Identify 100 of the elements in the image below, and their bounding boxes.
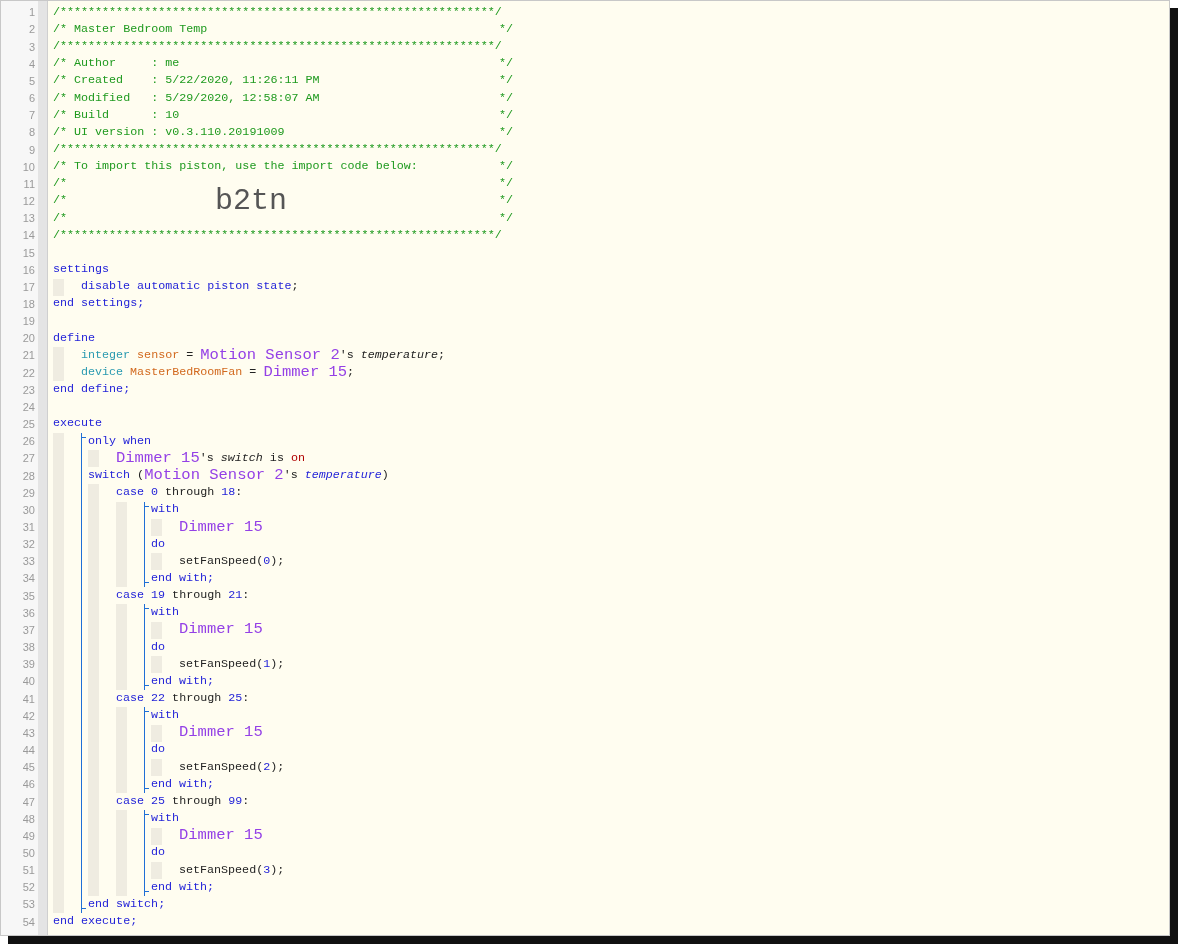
line-number: 43 — [22, 725, 35, 741]
code-line: setFanSpeed(3); — [179, 864, 285, 877]
code-line: /**************************************************************/ — [53, 41, 502, 53]
line-number: 9 — [28, 142, 35, 158]
code-line: /* Modified : 5/29/2020, 12:58:07 AM */ — [53, 92, 513, 105]
line-number: 19 — [22, 314, 35, 330]
code-line: do — [151, 847, 166, 860]
code-line: Dimmer 15 — [179, 622, 263, 638]
line-number: 15 — [22, 245, 35, 261]
line-number: 23 — [22, 382, 35, 398]
line-number: 16 — [22, 262, 35, 278]
code-line: Dimmer 15 — [179, 519, 263, 535]
line-number: 48 — [22, 811, 35, 827]
code-line: execute — [53, 418, 103, 431]
code-line: case 0 through 18: — [116, 487, 243, 499]
line-number: 14 — [22, 228, 35, 244]
code-line: end execute; — [53, 916, 138, 928]
code-line: /**************************************************************/ — [53, 6, 502, 19]
code-line: do — [151, 641, 166, 654]
line-number: 31 — [22, 520, 35, 535]
code-line: /* UI version : v0.3.110.20191009 */ — [53, 126, 513, 139]
line-number: 22 — [22, 365, 35, 381]
line-number: 27 — [22, 451, 35, 467]
line-number: 26 — [22, 434, 35, 450]
line-number: 25 — [22, 417, 35, 433]
line-number: 40 — [22, 674, 35, 690]
code-line: setFanSpeed(2); — [179, 761, 285, 774]
line-number: 5 — [28, 73, 35, 89]
line-number: 11 — [23, 176, 35, 192]
code-line: end with; — [151, 572, 215, 585]
line-number: 17 — [22, 279, 35, 295]
line-number: 29 — [22, 485, 35, 501]
line-number: 38 — [22, 640, 35, 656]
code-line: do — [151, 538, 166, 551]
code-line: case 19 through 21: — [116, 590, 250, 602]
line-number: 6 — [28, 91, 35, 107]
line-number: 28 — [22, 468, 35, 484]
code-line: Dimmer 15's switch is on — [116, 450, 305, 467]
code-line: /* Author : me */ — [53, 58, 513, 70]
code-line: define — [53, 332, 96, 345]
code-line: end settings; — [53, 298, 145, 311]
line-number: 32 — [22, 537, 35, 553]
line-number: 41 — [22, 691, 35, 707]
code-line: end define; — [53, 384, 131, 396]
line-number: 35 — [22, 588, 35, 604]
line-number: 53 — [22, 897, 35, 913]
code-line: disable automatic piston state; — [81, 281, 299, 293]
code-line: setFanSpeed(1); — [179, 658, 285, 671]
line-number: 12 — [22, 194, 35, 210]
code-line: /**************************************************************/ — [53, 143, 502, 156]
code-line: /* Master Bedroom Temp */ — [53, 23, 513, 36]
code-line: switch (Motion Sensor 2's temperature) — [88, 468, 389, 484]
line-number: 2 — [28, 22, 35, 38]
code-line: end with; — [151, 881, 215, 894]
line-number: 42 — [22, 708, 35, 724]
line-number: 7 — [28, 108, 35, 124]
code-line: device MasterBedRoomFan = Dimmer 15; — [81, 365, 355, 381]
code-line: setFanSpeed(0); — [179, 555, 285, 568]
code-line: with — [151, 710, 180, 722]
code-line: do — [151, 744, 166, 757]
line-number: 52 — [22, 880, 35, 896]
code-line: Dimmer 15 — [179, 828, 263, 844]
line-number: 46 — [22, 777, 35, 793]
code-line: end with; — [151, 675, 215, 688]
code-line: with — [151, 607, 180, 619]
code-line: end switch; — [88, 898, 166, 911]
line-number: 10 — [22, 159, 35, 175]
code-line: end with; — [151, 778, 215, 791]
code-line: case 22 through 25: — [116, 692, 250, 705]
code-line: /**************************************************************/ — [53, 229, 502, 242]
line-number: 47 — [22, 794, 35, 810]
code-line: /* Created : 5/22/2020, 11:26:11 PM */ — [53, 75, 513, 88]
line-number: 24 — [22, 399, 35, 415]
line-number: 30 — [22, 502, 35, 518]
code-line: with — [151, 813, 180, 825]
line-number: 39 — [22, 657, 35, 673]
line-number: 21 — [22, 348, 35, 364]
line-number: 34 — [22, 571, 35, 587]
code-line: case 25 through 99: — [116, 795, 250, 808]
line-number: 20 — [22, 331, 35, 347]
line-number: 18 — [22, 297, 35, 312]
line-number: 44 — [22, 743, 35, 759]
line-number: 37 — [22, 622, 35, 638]
line-number: 33 — [22, 554, 35, 570]
line-number: 13 — [22, 211, 35, 227]
line-number: 54 — [22, 914, 35, 930]
code-line: integer sensor = Motion Sensor 2's temperature; — [81, 347, 445, 364]
code-line: /* Build : 10 */ — [53, 109, 513, 122]
line-number: 50 — [22, 846, 35, 861]
code-line: with — [151, 504, 180, 516]
line-number: 51 — [22, 863, 35, 879]
line-number: 8 — [28, 125, 35, 141]
line-number: 1 — [28, 5, 35, 21]
code-line: settings — [53, 264, 110, 276]
line-number: 3 — [28, 39, 35, 55]
line-number: 4 — [28, 56, 35, 72]
code-line: /* To import this piston, use the import code below: */ — [53, 161, 513, 173]
line-number: 36 — [22, 605, 35, 621]
line-number: 49 — [22, 828, 35, 844]
code-line: Dimmer 15 — [179, 725, 263, 741]
